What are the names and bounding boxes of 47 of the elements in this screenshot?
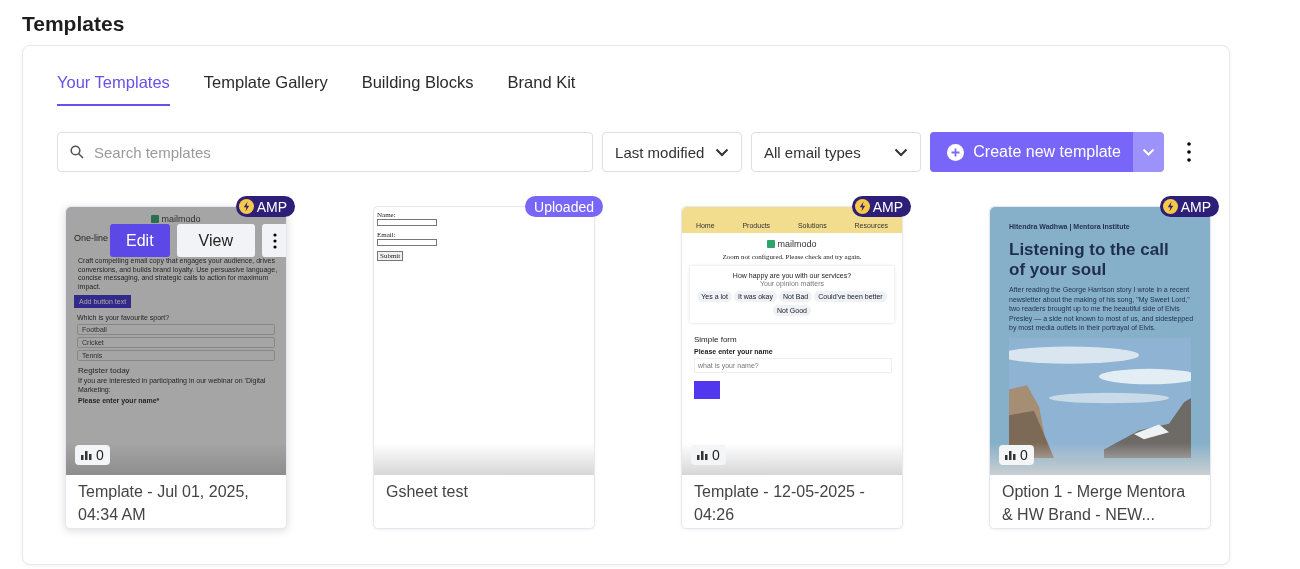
template-title: Option 1 - Merge Mentora & HW Brand - NEW... [1001, 482, 1187, 525]
chevron-icon [894, 147, 909, 157]
logo-text: mailmodo [161, 214, 201, 224]
search-field[interactable]: Search templates [57, 132, 594, 172]
lightning-icon [1162, 199, 1178, 214]
preview-button [694, 381, 720, 399]
view-button[interactable]: View [176, 224, 255, 257]
template-title: Template - 12-05-2025 - 04:26 [693, 482, 866, 525]
chevron-icon [1141, 148, 1155, 156]
template-badge: Uploaded [525, 196, 603, 217]
more-icon [272, 232, 277, 249]
tab[interactable]: Building Blocks [361, 66, 474, 106]
lightning-icon [238, 199, 254, 214]
template-title: Gsheet test [385, 482, 469, 502]
more-icon [1187, 142, 1191, 162]
tab[interactable]: Template Gallery [203, 66, 328, 106]
template-title: Template - Jul 01, 2025, 04:34 AM [77, 482, 250, 525]
bar-chart-icon [81, 450, 92, 460]
stats-badge: 0 [75, 445, 110, 465]
template-badge: AMP [851, 196, 911, 217]
preview-heading: Register today [78, 366, 131, 375]
preview-input [377, 239, 437, 246]
template-badge: AMP [1159, 196, 1219, 217]
filter-dropdown[interactable]: All email types [751, 132, 922, 172]
search-icon [70, 145, 84, 159]
edit-button[interactable]: Edit [110, 224, 170, 257]
preview-heading: One-line [74, 233, 109, 243]
stats-badge: 0 [999, 445, 1034, 465]
preview-heading: Listening to the call of your soul [1009, 240, 1170, 280]
create-template-button[interactable]: Create new template [930, 132, 1133, 172]
lightning-icon [854, 199, 870, 214]
plus-circle-icon [947, 143, 965, 161]
logo-text: mailmodo [777, 239, 817, 249]
logo-icon [151, 215, 160, 223]
stats-badge: 0 [691, 445, 726, 465]
page-title: Templates [22, 12, 125, 36]
chevron-icon [715, 147, 729, 157]
logo-icon [767, 240, 776, 248]
dropdown-toggle[interactable] [1132, 132, 1164, 172]
preview-input [377, 219, 437, 226]
preview-heading: Simple form [694, 335, 738, 344]
tab[interactable]: Your Templates [57, 66, 170, 106]
template-badge: AMP [235, 196, 295, 217]
bar-chart-icon [1005, 450, 1016, 460]
tab[interactable]: Brand Kit [507, 66, 576, 106]
filter-dropdown[interactable]: Last modified [602, 132, 742, 172]
bar-chart-icon [697, 450, 708, 460]
